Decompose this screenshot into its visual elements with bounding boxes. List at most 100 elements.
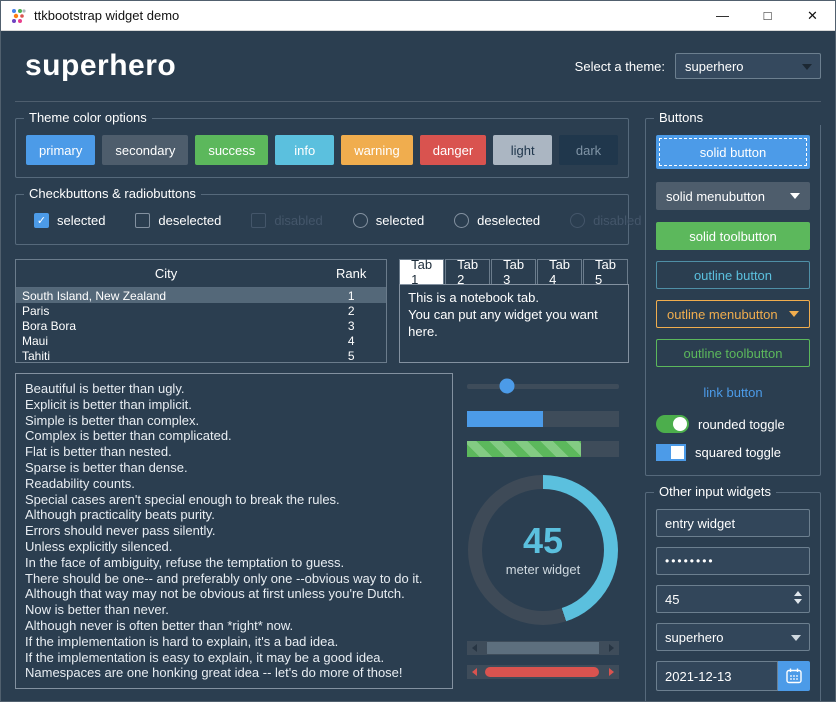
checkbox-icon bbox=[251, 213, 266, 228]
chevron-down-icon bbox=[802, 64, 812, 70]
scrollbar-gray-thumb[interactable] bbox=[487, 642, 599, 654]
calendar-icon bbox=[785, 667, 803, 685]
table-row[interactable]: Paris2 bbox=[16, 303, 386, 318]
table-row[interactable]: Maui4 bbox=[16, 333, 386, 348]
solid-menubutton[interactable]: solid menubutton bbox=[656, 182, 810, 210]
theme-buttons-row: primarysecondarysuccessinfowarningdanger… bbox=[26, 135, 618, 165]
app-window: ttkbootstrap widget demo — □ ✕ superhero… bbox=[0, 0, 836, 702]
theme-combobox-value: superhero bbox=[685, 59, 744, 74]
toggle-on-icon[interactable] bbox=[656, 444, 686, 461]
minimize-button[interactable]: — bbox=[700, 1, 745, 30]
checkbox-icon bbox=[135, 213, 150, 228]
arrow-right-icon[interactable] bbox=[609, 644, 614, 652]
theme-button-dark[interactable]: dark bbox=[559, 135, 618, 165]
notebook-pane: This is a notebook tab. You can put any … bbox=[399, 284, 629, 363]
outline-menubutton[interactable]: outline menubutton bbox=[656, 300, 810, 328]
meter-value: 45 bbox=[523, 523, 563, 559]
check-item-label: selected bbox=[376, 213, 424, 228]
outline-toolbutton[interactable]: outline toolbutton bbox=[656, 339, 810, 367]
scrollbar-red[interactable] bbox=[467, 665, 619, 679]
page-title: superhero bbox=[15, 49, 575, 83]
zen-text-area[interactable]: Beautiful is better than ugly. Explicit … bbox=[15, 373, 453, 689]
cell-rank: 4 bbox=[316, 334, 386, 348]
buttons-frame: Buttons solid button solid menubutton so… bbox=[645, 118, 821, 476]
theme-button-secondary[interactable]: secondary bbox=[102, 135, 188, 165]
theme-combobox-small[interactable]: superhero bbox=[656, 623, 810, 651]
tab-1[interactable]: Tab 1 bbox=[399, 259, 444, 284]
outline-button[interactable]: outline button bbox=[656, 261, 810, 289]
theme-button-primary[interactable]: primary bbox=[26, 135, 95, 165]
close-button[interactable]: ✕ bbox=[790, 1, 835, 30]
scale-slider[interactable] bbox=[467, 379, 619, 393]
frame-label: Other input widgets bbox=[654, 484, 776, 499]
link-button[interactable]: link button bbox=[656, 380, 810, 404]
column-header-city[interactable]: City bbox=[16, 266, 316, 281]
check-item-label: selected bbox=[57, 213, 105, 228]
theme-button-info[interactable]: info bbox=[275, 135, 334, 165]
other-inputs-frame: Other input widgets superhero bbox=[645, 492, 821, 702]
radio-deselected[interactable]: deselected bbox=[454, 213, 540, 228]
tab-5[interactable]: Tab 5 bbox=[583, 259, 628, 284]
radio-disabled: disabled bbox=[570, 213, 641, 228]
toggle-on-icon[interactable] bbox=[656, 415, 689, 433]
tab-2[interactable]: Tab 2 bbox=[445, 259, 490, 284]
chevron-down-icon bbox=[790, 193, 800, 199]
cell-city: Maui bbox=[16, 334, 316, 348]
checkbox-selected[interactable]: ✓ selected bbox=[34, 213, 105, 228]
check-item-label: deselected bbox=[477, 213, 540, 228]
table-row[interactable]: Bora Bora3 bbox=[16, 318, 386, 333]
check-item-label: disabled bbox=[274, 213, 322, 228]
calendar-button[interactable] bbox=[778, 661, 810, 691]
tab-4[interactable]: Tab 4 bbox=[537, 259, 582, 284]
notebook-tabs: Tab 1Tab 2Tab 3Tab 4Tab 5 bbox=[399, 259, 629, 284]
tab-3[interactable]: Tab 3 bbox=[491, 259, 536, 284]
scrollbar-gray[interactable] bbox=[467, 641, 619, 655]
theme-button-light[interactable]: light bbox=[493, 135, 552, 165]
spinbox-input[interactable] bbox=[656, 585, 810, 613]
city-table: City Rank South Island, New Zealand1Pari… bbox=[15, 259, 387, 363]
theme-button-success[interactable]: success bbox=[195, 135, 268, 165]
rounded-toggle-label: rounded toggle bbox=[698, 417, 785, 432]
scrollbar-red-thumb[interactable] bbox=[485, 667, 599, 677]
radio-icon bbox=[570, 213, 585, 228]
solid-menubutton-label: solid menubutton bbox=[666, 189, 765, 204]
arrow-left-icon[interactable] bbox=[472, 644, 477, 652]
arrow-right-icon[interactable] bbox=[609, 668, 614, 676]
notebook: Tab 1Tab 2Tab 3Tab 4Tab 5 This is a note… bbox=[399, 259, 629, 363]
outline-menubutton-label: outline menubutton bbox=[667, 307, 778, 322]
maximize-button[interactable]: □ bbox=[745, 1, 790, 30]
cell-city: Bora Bora bbox=[16, 319, 316, 333]
checkbox-deselected[interactable]: deselected bbox=[135, 213, 221, 228]
cell-rank: 2 bbox=[316, 304, 386, 318]
date-entry bbox=[656, 661, 810, 691]
checkbox-icon: ✓ bbox=[34, 213, 49, 228]
table-row[interactable]: Tahiti5 bbox=[16, 348, 386, 363]
theme-button-warning[interactable]: warning bbox=[341, 135, 413, 165]
chevron-down-icon bbox=[789, 311, 799, 317]
entry-widget[interactable] bbox=[656, 509, 810, 537]
rounded-toggle[interactable]: rounded toggle bbox=[656, 415, 810, 433]
progressbar-success-fill bbox=[467, 441, 581, 457]
app-logo-icon bbox=[9, 7, 27, 25]
theme-button-danger[interactable]: danger bbox=[420, 135, 486, 165]
scale-handle[interactable] bbox=[499, 379, 514, 394]
spin-down-icon[interactable] bbox=[794, 599, 802, 604]
check-item-label: deselected bbox=[158, 213, 221, 228]
date-input[interactable] bbox=[656, 661, 778, 691]
radio-selected[interactable]: selected bbox=[353, 213, 424, 228]
titlebar: ttkbootstrap widget demo — □ ✕ bbox=[1, 1, 835, 31]
city-table-header[interactable]: City Rank bbox=[16, 260, 386, 288]
checks-row: ✓ selected deselected disabled selected desel… bbox=[26, 211, 618, 232]
spinbox[interactable] bbox=[656, 585, 810, 613]
cell-city: Paris bbox=[16, 304, 316, 318]
spin-up-icon[interactable] bbox=[794, 591, 802, 596]
password-field[interactable] bbox=[656, 547, 810, 575]
table-row[interactable]: South Island, New Zealand1 bbox=[16, 288, 386, 303]
column-header-rank[interactable]: Rank bbox=[316, 266, 386, 281]
squared-toggle[interactable]: squared toggle bbox=[656, 444, 810, 461]
arrow-left-icon[interactable] bbox=[472, 668, 477, 676]
theme-combobox[interactable]: superhero bbox=[675, 53, 821, 79]
combobox-value: superhero bbox=[665, 630, 724, 645]
solid-toolbutton[interactable]: solid toolbutton bbox=[656, 222, 810, 250]
solid-button[interactable]: solid button bbox=[656, 135, 810, 169]
